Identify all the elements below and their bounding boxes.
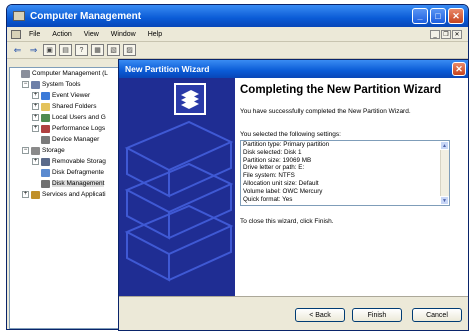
setting-line: Quick format: Yes — [243, 195, 293, 203]
settings-summary-box[interactable]: Partition type: Primary partition Disk se… — [240, 140, 450, 206]
help-icon[interactable]: ? — [75, 44, 88, 56]
properties-icon[interactable]: ▦ — [91, 44, 104, 56]
tree-node-label: Shared Folders — [52, 103, 97, 110]
wizard-content: Completing the New Partition Wizard You … — [240, 84, 464, 225]
finish-button[interactable]: Finish — [352, 308, 402, 322]
wizard-close-button[interactable]: ✕ — [452, 62, 466, 76]
cancel-button[interactable]: Cancel — [412, 308, 462, 322]
tree-node[interactable]: + Services and Applicati — [10, 189, 122, 200]
expander-icon[interactable]: − — [22, 147, 29, 154]
close-button[interactable]: ✕ — [448, 8, 464, 24]
menu-window[interactable]: Window — [105, 31, 142, 38]
tree-node[interactable]: Device Manager — [10, 134, 122, 145]
tree-node[interactable]: + Local Users and G — [10, 112, 122, 123]
new-window-icon[interactable]: ▧ — [107, 44, 120, 56]
expander-icon[interactable]: + — [32, 158, 39, 165]
wizard-heading: Completing the New Partition Wizard — [240, 84, 442, 96]
toolbar: ⇐ ⇒ ▣ ▤ ? ▦ ▧ ▨ — [7, 42, 468, 59]
setting-line: Allocation unit size: Default — [243, 179, 319, 187]
mdi-close-button[interactable]: ✕ — [452, 30, 462, 39]
tree-node-label: Storage — [42, 147, 65, 154]
menu-action[interactable]: Action — [46, 31, 77, 38]
setting-line: Disk selected: Disk 1 — [243, 148, 302, 156]
event-viewer-icon — [41, 91, 50, 100]
tree-node-label: Disk Management — [52, 180, 105, 187]
defrag-icon — [41, 168, 50, 177]
tree-node-label: Services and Applicati — [42, 191, 106, 198]
tools-icon — [31, 80, 40, 89]
console-tree[interactable]: Computer Management (L − System Tools + Even… — [9, 67, 123, 329]
disk-stack-illustration — [124, 83, 234, 282]
expander-icon[interactable]: − — [22, 81, 29, 88]
folder-icon — [41, 102, 50, 111]
menu-help[interactable]: Help — [142, 31, 168, 38]
tree-node[interactable]: + Performance Logs — [10, 123, 122, 134]
wizard-title-bar[interactable]: New Partition Wizard — [119, 60, 468, 78]
back-button[interactable]: < Back — [295, 308, 345, 322]
tree-node[interactable]: − System Tools — [10, 79, 122, 90]
tree-node[interactable]: + Removable Storag — [10, 156, 122, 167]
tree-node-label: Device Manager — [52, 136, 100, 143]
finish-hint: To close this wizard, click Finish. — [240, 218, 334, 225]
setting-line: File system: NTFS — [243, 172, 295, 180]
up-folder-icon[interactable]: ▣ — [43, 44, 56, 56]
scroll-up-icon[interactable]: ▲ — [440, 141, 449, 150]
removable-storage-icon — [41, 157, 50, 166]
tree-node[interactable]: Disk Defragmente — [10, 167, 122, 178]
tree-node-label: System Tools — [42, 81, 81, 88]
wizard-side-banner — [119, 78, 235, 296]
tree-node-label: Removable Storag — [52, 158, 106, 165]
tree-node-label: Performance Logs — [52, 125, 106, 132]
services-icon — [31, 190, 40, 199]
tree-node[interactable]: Disk Management — [10, 178, 122, 189]
back-arrow-icon[interactable]: ⇐ — [11, 44, 24, 56]
menu-bar: File Action View Window Help — [7, 27, 468, 42]
tree-node-label: Computer Management (L — [32, 70, 108, 77]
setting-line: Partition size: 19069 MB — [243, 156, 312, 164]
expander-icon[interactable]: + — [32, 114, 39, 121]
expander-icon[interactable]: + — [32, 125, 39, 132]
scroll-down-icon[interactable]: ▼ — [440, 196, 449, 205]
wizard-title: New Partition Wizard — [125, 64, 210, 74]
performance-icon — [41, 124, 50, 133]
main-title-bar[interactable]: Computer Management — [7, 5, 468, 27]
new-partition-wizard-dialog: New Partition Wizard ✕ Completing the Ne… — [118, 59, 469, 331]
tree-node-label: Local Users and G — [52, 114, 106, 121]
mdi-minimize-button[interactable]: _ — [430, 30, 440, 39]
setting-line: Partition type: Primary partition — [243, 141, 330, 148]
tree-node[interactable]: + Shared Folders — [10, 101, 122, 112]
refresh-icon[interactable]: ▨ — [123, 44, 136, 56]
menu-view[interactable]: View — [78, 31, 105, 38]
mdi-restore-button[interactable]: ❐ — [441, 30, 451, 39]
settings-label: You selected the following settings: — [240, 131, 341, 138]
device-manager-icon — [41, 135, 50, 144]
expander-icon[interactable]: + — [22, 191, 29, 198]
tree-node-label: Disk Defragmente — [52, 169, 105, 176]
expander-icon[interactable]: + — [32, 92, 39, 99]
window-controls: _ □ ✕ — [412, 8, 464, 24]
disk-management-icon — [41, 179, 50, 188]
computer-management-icon — [13, 11, 25, 21]
storage-icon — [31, 146, 40, 155]
document-icon — [11, 29, 21, 39]
tree-node[interactable]: Computer Management (L — [10, 68, 122, 79]
expander-icon[interactable]: + — [32, 103, 39, 110]
users-icon — [41, 113, 50, 122]
forward-arrow-icon[interactable]: ⇒ — [27, 44, 40, 56]
wizard-success-message: You have successfully completed the New … — [240, 108, 411, 115]
minimize-button[interactable]: _ — [412, 8, 428, 24]
tree-node-label: Event Viewer — [52, 92, 91, 99]
menu-file[interactable]: File — [23, 31, 46, 38]
tree-node[interactable]: − Storage — [10, 145, 122, 156]
setting-line: Drive letter or path: E: — [243, 164, 305, 172]
setting-line: Volume label: OWC Mercury — [243, 187, 323, 195]
tree-node[interactable]: + Event Viewer — [10, 90, 122, 101]
wizard-button-bar: < Back Finish Cancel — [119, 296, 468, 330]
main-window-title: Computer Management — [30, 10, 142, 22]
computer-icon — [21, 69, 30, 78]
show-hide-tree-icon[interactable]: ▤ — [59, 44, 72, 56]
maximize-button[interactable]: □ — [430, 8, 446, 24]
mdi-controls: _ ❐ ✕ — [430, 30, 462, 39]
